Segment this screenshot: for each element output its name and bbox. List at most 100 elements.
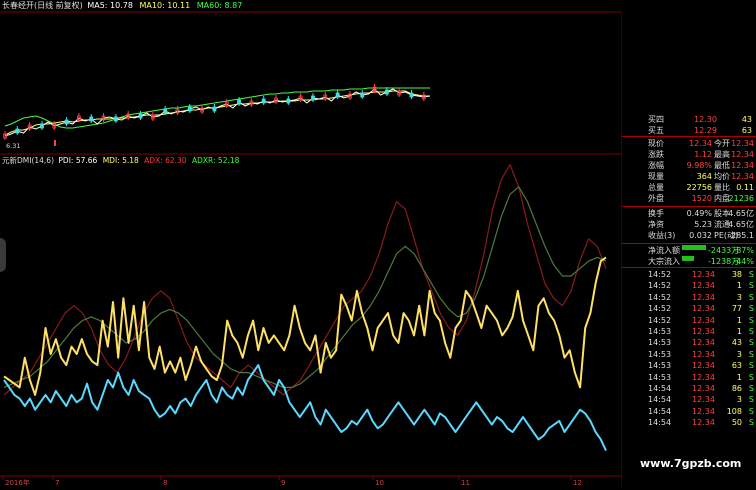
order-book-volume: 63 <box>741 126 752 135</box>
fundamental-label: 收益(3) <box>648 231 676 240</box>
tick-row: 14:53 12.34 63 S <box>622 360 756 371</box>
tick-row: 14:54 12.34 108 S <box>622 406 756 417</box>
tick-volume: 38 <box>731 270 742 279</box>
order-book-label: 买四 <box>648 115 664 124</box>
fund-flow-value: -1238万 <box>708 257 740 266</box>
tick-price: 12.34 <box>692 338 715 348</box>
stat-label: 最高 <box>714 150 730 159</box>
volume-marker <box>54 140 56 146</box>
fund-flow-pct: -87% <box>733 246 754 255</box>
ma5-line <box>4 88 431 137</box>
stat-value: 1520 <box>691 194 712 203</box>
order-book-row[interactable]: 买四 12.30 43 <box>622 114 756 125</box>
fund-flow-separator <box>622 243 756 244</box>
candle-body <box>113 116 118 122</box>
tick-volume: 1 <box>736 281 742 291</box>
stat-value: 364 <box>696 172 712 181</box>
tick-row: 14:53 12.34 3 S <box>622 349 756 360</box>
fundamentals-row: 收益(3) 0.032 PE(动) 285.1 <box>622 230 756 241</box>
tick-row: 14:54 12.34 50 S <box>622 417 756 428</box>
fund-flow-bar <box>682 256 694 261</box>
chart-area[interactable]: 7.006.3180.0075.0070.0065.0060.0055.0050… <box>0 0 652 487</box>
stats-separator <box>622 136 756 137</box>
tick-volume: 3 <box>736 292 742 302</box>
tick-price: 12.34 <box>692 384 715 393</box>
tick-row: 14:53 12.34 1 S <box>622 326 756 337</box>
stats-row: 外盘 1520 内盘 21236 <box>622 193 756 204</box>
ticks-separator <box>622 267 756 268</box>
tick-volume: 1 <box>736 315 742 325</box>
tick-row: 14:52 12.34 1 S <box>622 315 756 326</box>
order-book-label: 买五 <box>648 126 664 135</box>
order-book-row[interactable]: 买五 12.29 63 <box>622 125 756 136</box>
candle-body <box>187 106 192 112</box>
tick-time: 14:53 <box>648 349 672 359</box>
tick-volume: 108 <box>726 406 742 416</box>
price-panel-header: 长春经开(日线 前复权) MA5: 10.78 MA10: 10.11 MA60… <box>2 0 242 11</box>
fundamental-value: 4.65亿 <box>728 209 754 218</box>
tick-row: 14:52 12.34 38 S <box>622 269 756 280</box>
tick-time: 14:52 <box>648 281 672 291</box>
yellow-series-line <box>3 256 607 396</box>
candle-body <box>138 113 143 119</box>
tick-price: 12.34 <box>692 315 715 325</box>
indicator-panel-header: 元新DMI(14,6) PDI: 57.66 MDI: 5.18 ADX: 62… <box>2 155 239 166</box>
tick-side: S <box>748 304 754 314</box>
tick-price: 12.34 <box>692 281 715 291</box>
candle-body <box>40 123 44 129</box>
stat-value: 22756 <box>686 183 712 192</box>
ma60-label: MA60: 8.87 <box>196 1 243 10</box>
stat-value: 12.34 <box>731 139 754 148</box>
stat-label: 涨幅 <box>648 161 664 170</box>
tick-price: 12.34 <box>692 418 715 428</box>
candle-body <box>286 98 291 104</box>
fundamental-value: 5.23 <box>694 220 712 229</box>
tick-side: S <box>748 406 754 416</box>
tick-side: S <box>748 361 754 371</box>
tick-price: 12.34 <box>692 395 715 405</box>
tick-side: S <box>748 395 754 405</box>
ma5-label: MA5: 10.78 <box>87 1 133 10</box>
tick-price: 12.34 <box>692 292 715 302</box>
tick-time: 14:52 <box>648 292 672 302</box>
chart-svg[interactable]: 7.006.3180.0075.0070.0065.0060.0055.0050… <box>0 0 652 487</box>
tick-side: S <box>748 349 754 359</box>
fund-flow-pct: -44% <box>733 257 754 266</box>
tick-volume: 1 <box>736 327 742 336</box>
tick-price: 12.34 <box>692 372 715 382</box>
x-tick-label: 10 <box>375 479 384 487</box>
stats-row: 涨幅 9.98% 最低 12.34 <box>622 160 756 171</box>
tick-volume: 86 <box>731 384 742 393</box>
adxr-label: ADXR: 52.18 <box>192 156 240 165</box>
tick-price: 12.34 <box>692 327 715 336</box>
tick-time: 14:54 <box>648 406 672 416</box>
x-tick-label: 8 <box>163 479 167 487</box>
candle-body <box>212 106 217 112</box>
indicator-title: 元新DMI(14,6) <box>2 156 55 165</box>
low-price-marker: 6.31 <box>6 142 20 150</box>
tick-price: 12.34 <box>692 361 715 371</box>
fundamental-value: 4.65亿 <box>728 220 754 229</box>
tick-side: S <box>748 270 754 279</box>
tick-volume: 77 <box>731 304 742 314</box>
candle-body <box>261 98 266 104</box>
tick-price: 12.34 <box>692 270 715 279</box>
tick-time: 14:52 <box>648 304 672 314</box>
dark-green-series-line <box>3 186 607 388</box>
tick-side: S <box>748 327 754 336</box>
tick-price: 12.34 <box>692 406 715 416</box>
stat-label: 现价 <box>648 139 664 148</box>
left-scroll-handle[interactable] <box>0 238 6 272</box>
tick-time: 14:53 <box>648 361 672 371</box>
tick-price: 12.34 <box>692 349 715 359</box>
tick-volume: 1 <box>736 372 742 382</box>
tick-volume: 3 <box>736 349 742 359</box>
tick-row: 14:52 12.34 1 S <box>622 280 756 291</box>
order-book-price: 12.30 <box>694 115 717 124</box>
quote-panel: 买四 12.30 43 买五 12.29 63 现价 12.34 今开 12.34 涨跌 1.12 最高… <box>622 0 756 487</box>
tick-volume: 50 <box>731 418 742 428</box>
fundamentals-separator <box>622 206 756 207</box>
stat-label: 涨跌 <box>648 150 664 159</box>
tick-time: 14:53 <box>648 338 672 348</box>
fund-flow-bar <box>682 245 706 250</box>
